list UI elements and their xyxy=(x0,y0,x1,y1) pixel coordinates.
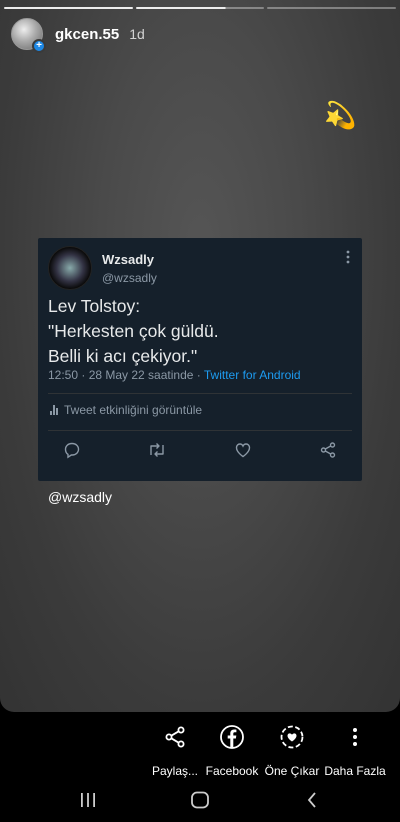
more-vertical-icon xyxy=(315,724,395,750)
add-story-icon[interactable]: + xyxy=(32,39,46,53)
retweet-icon xyxy=(147,440,167,460)
progress-segment xyxy=(4,7,133,9)
tweet-text-line: Lev Tolstoy: xyxy=(48,296,141,316)
tweet-activity: Tweet etkinliğini görüntüle xyxy=(50,403,202,417)
recent-apps-icon[interactable] xyxy=(73,790,103,810)
tweet-meta: 12:50 · 28 May 22 saatinde · Twitter for… xyxy=(48,368,301,382)
story-progress-bar xyxy=(4,7,397,9)
share-icon xyxy=(318,440,338,460)
reply-icon xyxy=(62,440,82,460)
tweet-handle: @wzsadly xyxy=(102,271,157,285)
home-icon[interactable] xyxy=(185,790,215,810)
tweet-activity-label: Tweet etkinliğini görüntüle xyxy=(64,403,203,417)
back-icon[interactable] xyxy=(297,790,327,810)
more-options-button[interactable]: Daha Fazla xyxy=(315,724,395,778)
more-options-label: Daha Fazla xyxy=(324,764,386,778)
story-header: + gkcen.55 1d xyxy=(11,18,145,53)
share-bar: Paylaş... Facebook Öne Çıkar Daha Fazla xyxy=(0,712,400,782)
tweet-text-line: Belli ki acı çekiyor." xyxy=(48,346,198,366)
progress-segment-active xyxy=(135,7,265,9)
story-time: 1d xyxy=(129,26,145,42)
tweet-card[interactable]: Wzsadly @wzsadly Lev Tolstoy: "Herkesten… xyxy=(38,238,362,481)
like-heart-icon xyxy=(233,440,253,460)
story-username[interactable]: gkcen.55 xyxy=(55,26,119,43)
tweet-source: Twitter for Android xyxy=(203,368,301,382)
divider xyxy=(48,393,352,394)
mention-sticker[interactable]: @wzsadly xyxy=(48,489,112,505)
progress-segment xyxy=(267,7,397,9)
analytics-icon xyxy=(50,405,58,415)
divider xyxy=(48,430,352,431)
tweet-text: Lev Tolstoy: "Herkesten çok güldü. Belli… xyxy=(48,294,348,369)
tweet-timestamp: 12:50 · 28 May 22 saatinde · xyxy=(48,368,204,382)
dizzy-star-sticker-icon[interactable]: 💫 xyxy=(324,100,356,130)
more-vertical-icon xyxy=(346,250,350,266)
tweet-actions xyxy=(62,438,338,462)
profile-avatar[interactable]: + xyxy=(11,18,46,53)
tweet-text-line: "Herkesten çok güldü. xyxy=(48,321,219,341)
system-navigation-bar xyxy=(0,782,400,822)
tweet-author-avatar xyxy=(48,246,92,290)
story-view[interactable]: + gkcen.55 1d 💫 Wzsadly @wzsadly Lev Tol… xyxy=(0,0,400,712)
tweet-display-name: Wzsadly xyxy=(102,252,155,267)
